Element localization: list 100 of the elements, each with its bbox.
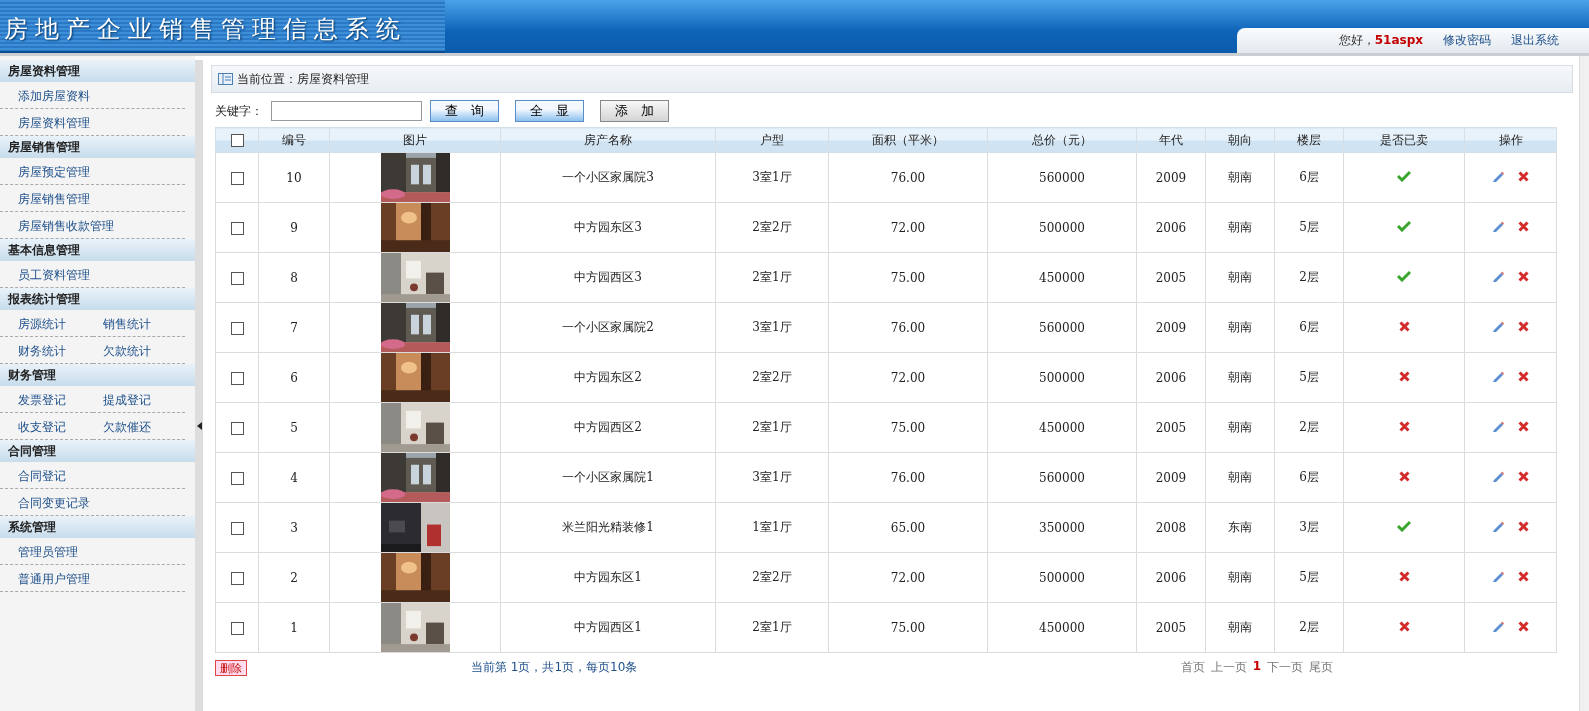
table-cell: 东南 [1205,502,1275,553]
action-button[interactable]: 全 显 [515,100,584,122]
table-cell: 2006 [1136,552,1206,603]
table-cell: 500000 [987,202,1137,253]
sidebar-item[interactable]: 普通用户管理 [0,565,185,592]
edit-icon[interactable] [1492,470,1504,482]
row-checkbox[interactable] [230,621,244,635]
table-cell: 一个小区家属院3 [500,152,716,203]
delete-icon[interactable] [1518,220,1529,232]
column-header: 面积（平米） [828,127,988,153]
table-cell: 10 [258,152,330,203]
header-link[interactable]: 修改密码 [1443,32,1491,49]
table-cell: 2009 [1136,452,1206,503]
table-cell: 6 [258,352,330,403]
delete-button[interactable]: 删除 [215,659,247,676]
section-heading: 基本信息管理 [0,239,195,261]
table-cell: 2005 [1136,402,1206,453]
table-cell: 朝南 [1205,202,1275,253]
table-cell: 3室1厅 [715,152,829,203]
column-header: 总价（元） [987,127,1137,153]
sidebar-item[interactable]: 添加房屋资料 [0,82,185,109]
sidebar-item[interactable]: 发票登记 [0,386,93,413]
header-link[interactable]: 退出系统 [1511,32,1559,49]
edit-icon[interactable] [1492,620,1504,632]
sidebar-item[interactable]: 提成登记 [92,386,185,413]
section-heading: 报表统计管理 [0,288,195,310]
pager-link[interactable]: 首页 [1180,659,1205,676]
table-cell: 朝南 [1205,402,1275,453]
row-checkbox[interactable] [230,171,244,185]
table-cell: 中方园东区1 [500,552,716,603]
delete-icon[interactable] [1518,170,1529,182]
delete-icon[interactable] [1518,370,1529,382]
table-cell: 2006 [1136,352,1206,403]
delete-icon[interactable] [1518,420,1529,432]
table-cell: 5层 [1274,202,1344,253]
table-cell: 1室1厅 [715,502,829,553]
table-cell: 2009 [1136,302,1206,353]
table-cell: 中方园西区1 [500,602,716,653]
keyword-label: 关键字： [215,102,263,120]
delete-icon[interactable] [1518,270,1529,282]
table-cell: 中方园西区3 [500,252,716,303]
edit-icon[interactable] [1492,370,1504,382]
table-cell: 2室2厅 [715,202,829,253]
row-checkbox[interactable] [230,521,244,535]
row-checkbox[interactable] [230,321,244,335]
page-info: 当前第 1页，共1页，每页10条 [471,659,638,676]
action-button[interactable]: 查 询 [430,100,499,122]
table-cell: 3层 [1274,502,1344,553]
pager-link[interactable]: 上一页 [1210,659,1247,676]
edit-icon[interactable] [1492,170,1504,182]
delete-icon[interactable] [1518,520,1529,532]
column-header: 图片 [329,127,501,153]
table-cell: 2室1厅 [715,602,829,653]
table-cell: 2室1厅 [715,402,829,453]
table-cell: 72.00 [828,352,988,403]
sidebar-item[interactable]: 合同登记 [0,462,185,489]
row-checkbox[interactable] [230,421,244,435]
table-cell: 75.00 [828,252,988,303]
edit-icon[interactable] [1492,220,1504,232]
column-header: 编号 [258,127,330,153]
delete-icon[interactable] [1518,570,1529,582]
sidebar-item[interactable]: 管理员管理 [0,538,185,565]
table-cell: 75.00 [828,402,988,453]
table-cell: 中方园西区2 [500,402,716,453]
delete-icon[interactable] [1518,620,1529,632]
sidebar-item[interactable]: 房屋销售管理 [0,185,185,212]
edit-icon[interactable] [1492,570,1504,582]
table-cell: 米兰阳光精装修1 [500,502,716,553]
row-checkbox[interactable] [230,371,244,385]
pager-link[interactable]: 尾页 [1309,659,1333,676]
pager-link[interactable]: 1 [1252,659,1261,676]
row-checkbox[interactable] [230,471,244,485]
edit-icon[interactable] [1492,520,1504,532]
column-header: 朝向 [1205,127,1275,153]
edit-icon[interactable] [1492,270,1504,282]
edit-icon[interactable] [1492,320,1504,332]
table-cell: 4 [258,452,330,503]
table-cell: 560000 [987,302,1137,353]
table-cell: 中方园东区3 [500,202,716,253]
row-checkbox[interactable] [230,271,244,285]
table-cell: 2室1厅 [715,252,829,303]
table-cell: 3 [258,502,330,553]
keyword-field[interactable] [271,101,422,121]
row-checkbox[interactable] [230,571,244,585]
delete-icon[interactable] [1518,470,1529,482]
table-cell: 2008 [1136,502,1206,553]
panel-icon [218,73,233,85]
select-all-checkbox[interactable] [230,134,244,147]
sidebar-item[interactable]: 房源统计 [0,310,93,337]
sidebar-item[interactable]: 销售统计 [92,310,185,337]
action-button[interactable]: 添 加 [600,100,669,122]
row-checkbox[interactable] [230,221,244,235]
section-heading: 财务管理 [0,364,195,386]
table-cell: 5层 [1274,352,1344,403]
sidebar-item[interactable]: 房屋预定管理 [0,158,185,185]
table-cell: 朝南 [1205,152,1275,203]
pager-link[interactable]: 下一页 [1267,659,1303,676]
table-cell: 450000 [987,252,1137,303]
edit-icon[interactable] [1492,420,1504,432]
delete-icon[interactable] [1518,320,1529,332]
